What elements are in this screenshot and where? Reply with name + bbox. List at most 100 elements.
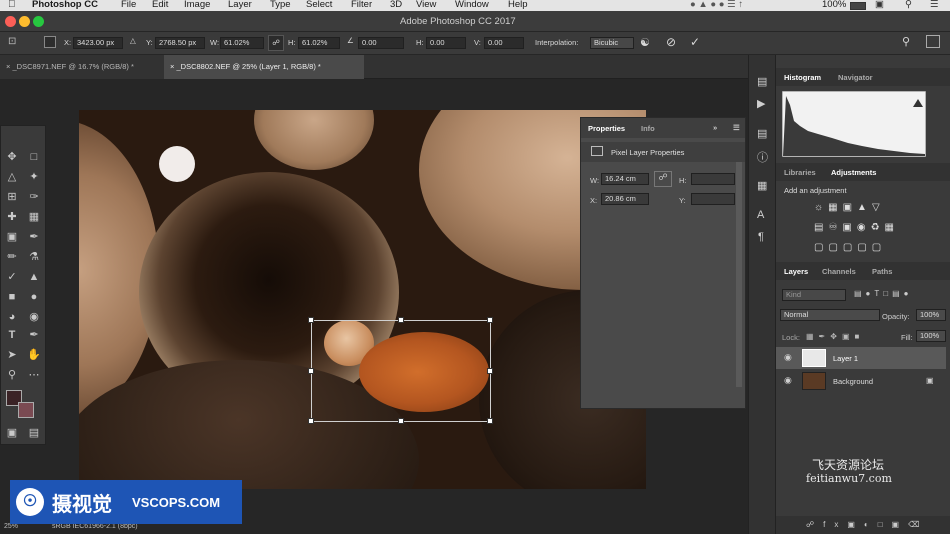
properties-scrollbar[interactable] — [736, 162, 742, 387]
transform-handle[interactable] — [308, 368, 314, 374]
adjustment-icons[interactable]: ☼▦▣▲▽ ▤♾▣◉♻▦ ▢▢▢▢▢ — [814, 198, 914, 258]
background-color-swatch[interactable] — [18, 402, 34, 418]
menu-edit[interactable]: Edit — [152, 0, 168, 11]
tab-layers[interactable]: Layers — [784, 267, 808, 276]
transform-handle[interactable] — [487, 317, 493, 323]
tab-histogram[interactable]: Histogram — [784, 73, 821, 82]
brush-tool-icon[interactable]: ✒ — [25, 228, 43, 246]
link-proportions-icon[interactable]: ☍ — [268, 35, 284, 51]
properties-icon[interactable]: ▤ — [757, 127, 767, 140]
character-icon[interactable]: A — [757, 209, 764, 221]
transform-handle[interactable] — [398, 317, 404, 323]
fill-field[interactable]: 100% — [916, 330, 946, 342]
app-menu[interactable]: Photoshop CC — [32, 0, 98, 11]
swatches-icon[interactable]: ▦ — [757, 179, 767, 192]
visibility-eye-icon[interactable]: ◉ — [784, 375, 792, 386]
magic-wand-icon[interactable]: ✦ — [25, 168, 43, 186]
transform-bounding-box[interactable] — [308, 317, 493, 424]
menu-list-icon[interactable]: ☰ — [930, 0, 939, 11]
search-icon[interactable]: ⚲ — [905, 0, 912, 11]
pen-tool-icon[interactable]: ✒ — [25, 326, 43, 344]
info-icon[interactable]: ⓘ — [757, 149, 768, 165]
h-skew-field[interactable]: 0.00 — [426, 37, 466, 49]
paragraph-icon[interactable]: ¶ — [758, 231, 764, 243]
zoom-level[interactable]: 25% — [4, 523, 18, 530]
height-field[interactable]: 61.02% — [298, 37, 340, 49]
tab-libraries[interactable]: Libraries — [784, 168, 816, 177]
marquee-tool-icon[interactable]: □ — [25, 148, 43, 166]
menu-help[interactable]: Help — [508, 0, 528, 11]
quick-mask-icon[interactable]: ▣ — [3, 424, 21, 442]
zoom-window-button[interactable] — [33, 16, 44, 27]
minimize-window-button[interactable] — [19, 16, 30, 27]
layer-filter-field[interactable]: Kind — [782, 289, 846, 301]
transform-tool-icon[interactable]: ⊡ — [8, 36, 16, 47]
close-icon[interactable]: × — [6, 62, 10, 71]
doc-tab-1[interactable]: × _DSC8971.NEF @ 16.7% (RGB/8) * — [0, 55, 164, 79]
screen-icon[interactable]: ▣ — [875, 0, 884, 11]
commit-transform-icon[interactable]: ✓ — [690, 35, 700, 49]
lock-icons[interactable]: ▦✒✥▣■ — [806, 332, 864, 341]
tab-paths[interactable]: Paths — [872, 267, 892, 276]
history-icon[interactable]: ▤ — [757, 75, 767, 88]
prop-width-field[interactable]: 16.24 cm — [601, 173, 649, 185]
menu-type[interactable]: Type — [270, 0, 291, 11]
menu-file[interactable]: File — [121, 0, 136, 11]
close-window-button[interactable] — [5, 16, 16, 27]
history-brush-icon[interactable]: ✓ — [3, 268, 21, 286]
apple-icon[interactable]:  — [8, 0, 16, 11]
document-canvas[interactable] — [79, 110, 646, 489]
layer-row-layer1[interactable]: ◉ Layer 1 — [776, 347, 946, 369]
warp-icon[interactable]: ☯ — [640, 36, 650, 49]
type-tool-icon[interactable]: T — [3, 326, 21, 344]
workspace-icon[interactable] — [926, 35, 940, 48]
width-field[interactable]: 61.02% — [220, 37, 264, 49]
menu-image[interactable]: Image — [184, 0, 210, 11]
clone-stamp-icon[interactable]: ⚗ — [25, 248, 43, 266]
healing-brush-icon[interactable]: ✚ — [3, 208, 21, 226]
zoom-tool-icon[interactable]: ⚲ — [3, 366, 21, 384]
patch-tool-icon[interactable]: ▦ — [25, 208, 43, 226]
prop-x-field[interactable]: 20.86 cm — [601, 193, 649, 205]
reference-point-icon[interactable] — [44, 36, 56, 48]
x-position-field[interactable]: 3423.00 px — [73, 37, 123, 49]
tab-adjustments[interactable]: Adjustments — [831, 168, 876, 177]
layers-footer-icons[interactable]: ☍fx▣◐□▣⌫ — [776, 516, 950, 534]
hand-tool-icon[interactable]: ✋ — [25, 346, 43, 364]
tab-properties[interactable]: Properties — [588, 124, 625, 133]
screen-mode-icon[interactable]: ▤ — [25, 424, 43, 442]
menu-view[interactable]: View — [416, 0, 436, 11]
interpolation-select[interactable]: Bicubic — [590, 37, 634, 49]
transform-handle[interactable] — [308, 418, 314, 424]
actions-icon[interactable]: ▶ — [757, 97, 765, 110]
transform-handle[interactable] — [487, 418, 493, 424]
rotate-field[interactable]: 0.00 — [358, 37, 404, 49]
close-icon[interactable]: × — [170, 62, 174, 71]
eraser-icon[interactable]: ▲ — [25, 268, 43, 286]
layer-row-background[interactable]: ◉ Background ▣ — [776, 370, 946, 392]
collapse-icon[interactable]: » — [713, 123, 717, 132]
v-skew-field[interactable]: 0.00 — [484, 37, 524, 49]
relative-position-icon[interactable]: △ — [130, 36, 136, 45]
y-position-field[interactable]: 2768.50 px — [155, 37, 205, 49]
prop-y-field[interactable] — [691, 193, 735, 205]
eyedropper-icon[interactable]: ✑ — [25, 188, 43, 206]
visibility-eye-icon[interactable]: ◉ — [784, 352, 792, 363]
blend-mode-select[interactable]: Normal — [780, 309, 880, 321]
gradient-tool-icon[interactable]: ■ — [3, 288, 21, 306]
link-icon[interactable]: ☍ — [654, 171, 672, 187]
path-selection-icon[interactable]: ➤ — [3, 346, 21, 364]
panel-menu-icon[interactable]: ☰ — [733, 123, 740, 132]
pencil-tool-icon[interactable]: ✏ — [3, 248, 21, 266]
menu-window[interactable]: Window — [455, 0, 489, 11]
move-tool-icon[interactable]: ✥ — [3, 148, 21, 166]
dodge-tool-icon[interactable]: ◕ — [3, 308, 21, 326]
transform-handle[interactable] — [308, 317, 314, 323]
layer-filter-icons[interactable]: ▤●T□▤● — [854, 289, 913, 298]
prop-height-field[interactable] — [691, 173, 735, 185]
transform-handle[interactable] — [487, 368, 493, 374]
search-icon[interactable]: ⚲ — [902, 35, 910, 48]
crop-tool-icon[interactable]: ⊞ — [3, 188, 21, 206]
tab-navigator[interactable]: Navigator — [838, 73, 873, 82]
blur-tool-icon[interactable]: ● — [25, 288, 43, 306]
